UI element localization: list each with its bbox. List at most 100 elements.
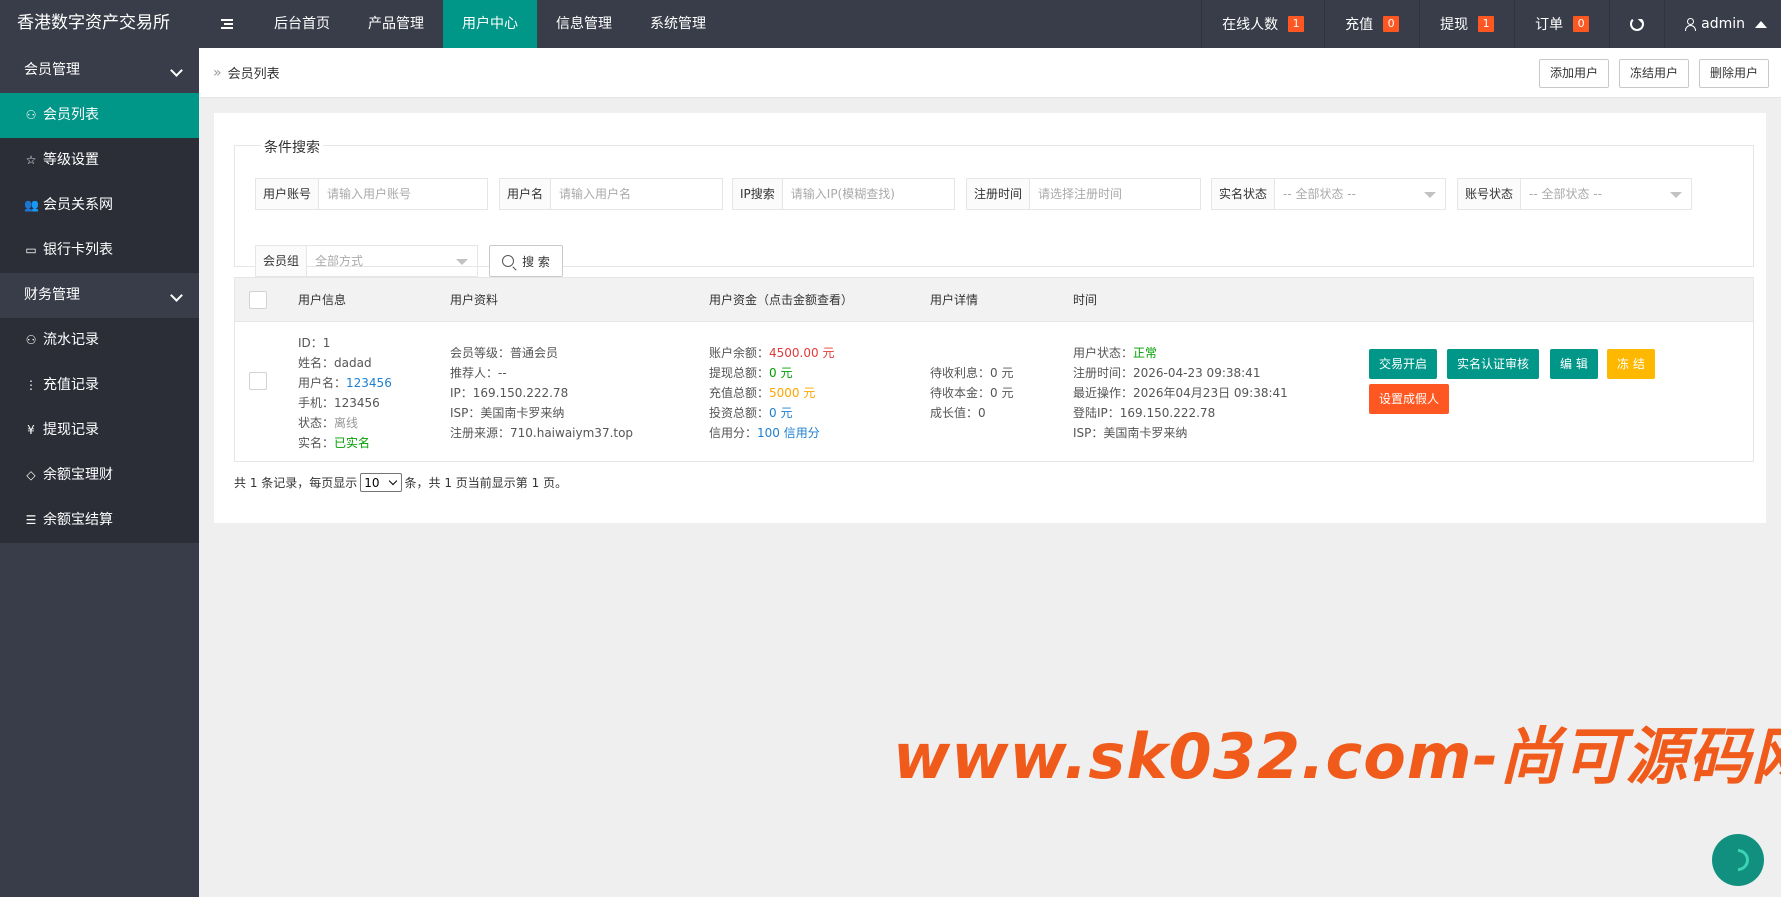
realname-review-button[interactable]: 实名认证审核 (1447, 349, 1540, 379)
username-label: 用户名 (500, 179, 552, 209)
dropdown-arrow-icon (1424, 192, 1436, 198)
balance-label: 账户余额： (709, 346, 770, 360)
chevron-down-icon (170, 289, 183, 302)
member-group-select[interactable]: 全部方式 (307, 246, 477, 276)
credit-label: 信用分： (709, 426, 758, 440)
username-label: 用户名： (298, 376, 347, 390)
sidebar-group-members[interactable]: 会员管理 (0, 48, 199, 93)
sidebar-item-member-list[interactable]: ⚇ 会员列表 (0, 93, 199, 138)
edit-button[interactable]: 编 辑 (1550, 349, 1598, 379)
user-state-row: 用户状态：正常 (1073, 343, 1157, 363)
online-badge: 1 (1288, 16, 1305, 32)
search-button[interactable]: 搜 索 (489, 245, 563, 277)
recharge-total-value: 5000 元 (769, 386, 816, 400)
top-right-bar: 在线人数 1 充值 0 提现 1 订单 0 admin (1201, 0, 1781, 48)
reg-source: 注册来源：710.haiwaiym37.top (450, 426, 634, 440)
app-title: 香港数字资产交易所 (17, 13, 170, 33)
breadcrumb: » 会员列表 (213, 63, 280, 83)
ip-input[interactable]: 请输入IP(模糊查找) (783, 179, 954, 209)
refresh-button[interactable] (1609, 0, 1664, 48)
card-icon: ▭ (25, 243, 37, 257)
select-all-checkbox[interactable] (249, 291, 267, 309)
sidebar-item-bank-cards[interactable]: ▭ 银行卡列表 (0, 228, 199, 273)
row-checkbox[interactable] (249, 372, 267, 390)
sidebar-item-yuebao[interactable]: ◇ 余额宝理财 (0, 453, 199, 498)
sidebar-group-label: 财务管理 (24, 287, 80, 303)
enable-trade-button[interactable]: 交易开启 (1369, 349, 1438, 379)
online-label: 在线人数 (1222, 17, 1279, 33)
sidebar-item-flow[interactable]: ⚇ 流水记录 (0, 318, 199, 363)
regtime-label: 注册时间 (967, 179, 1031, 209)
status-value: 离线 (334, 416, 359, 430)
user-status-row: 状态：离线 (298, 413, 358, 433)
sidebar-item-yuebao-settle[interactable]: ☰ 余额宝结算 (0, 498, 199, 543)
sidebar-group-finance[interactable]: 财务管理 (0, 273, 199, 318)
member-table: 用户信息 用户资料 用户资金（点击金额查看） 用户详情 时间 ID：1 姓名：d… (234, 277, 1754, 462)
search-icon (502, 255, 515, 267)
credit-value: 100 信用分 (757, 426, 820, 440)
sidebar-item-withdraw[interactable]: ¥ 提现记录 (0, 408, 199, 453)
account-status-select[interactable]: -- 全部状态 -- (1521, 179, 1691, 209)
nav-info[interactable]: 信息管理 (537, 0, 631, 48)
pager-suffix: 条，共 1 页当前显示第 1 页。 (404, 476, 568, 490)
top-bar: 香港数字资产交易所 后台首页 产品管理 用户中心 信息管理 系统管理 在线人数 … (0, 0, 1781, 48)
pending-interest: 待收利息：0 元 (930, 366, 1014, 380)
nav-user-center[interactable]: 用户中心 (443, 0, 537, 48)
user-username-row: 用户名：123456 (298, 373, 392, 393)
users-icon: 👥 (24, 198, 39, 212)
th-user-details: 用户详情 (930, 293, 979, 307)
recharge-notice[interactable]: 充值 0 (1324, 0, 1419, 48)
floating-service-button[interactable] (1712, 834, 1764, 886)
user-phone: 手机：123456 (298, 396, 380, 410)
nav-products[interactable]: 产品管理 (349, 0, 443, 48)
credit-row[interactable]: 信用分：100 信用分 (709, 423, 820, 443)
recharge-total-row[interactable]: 充值总额：5000 元 (709, 383, 815, 403)
sidebar-item-relations[interactable]: 👥 会员关系网 (0, 183, 199, 228)
invest-total-row[interactable]: 投资总额：0 元 (709, 403, 792, 423)
realname-label: 实名： (298, 436, 335, 450)
delete-user-button[interactable]: 删除用户 (1698, 59, 1769, 88)
user-menu[interactable]: admin (1664, 0, 1781, 48)
last-operation: 最近操作：2026年04月23日 09:38:41 (1073, 386, 1288, 400)
sidebar-item-label: 银行卡列表 (43, 242, 113, 258)
withdraw-notice[interactable]: 提现 1 (1419, 0, 1514, 48)
user-icon: ⚇ (25, 108, 37, 122)
nav-home[interactable]: 后台首页 (255, 0, 349, 48)
top-nav: 后台首页 产品管理 用户中心 信息管理 系统管理 (255, 0, 725, 48)
star-icon: ☆ (25, 153, 37, 167)
dropdown-arrow-icon (456, 259, 468, 265)
user-id: ID：1 (298, 336, 331, 350)
username-input[interactable]: 请输入用户名 (551, 179, 722, 209)
yen-icon: ¥ (27, 423, 35, 437)
user-isp: ISP：美国南卡罗来纳 (450, 406, 565, 420)
balance-row[interactable]: 账户余额：4500.00 元 (709, 343, 834, 363)
online-users[interactable]: 在线人数 1 (1201, 0, 1324, 48)
username-link[interactable]: 123456 (346, 376, 392, 390)
user-name-row: 姓名：dadad (298, 353, 372, 373)
withdraw-total-row[interactable]: 提现总额：0 元 (709, 363, 792, 383)
freeze-button[interactable]: 冻 结 (1607, 349, 1655, 379)
breadcrumb-separator-icon: » (213, 64, 222, 81)
sidebar-item-recharge[interactable]: ⋮ 充值记录 (0, 363, 199, 408)
pager-prefix: 共 1 条记录，每页显示 (234, 476, 358, 490)
regtime-input[interactable]: 请选择注册时间 (1030, 179, 1200, 209)
account-input[interactable]: 请输入用户账号 (319, 179, 487, 209)
diamond-icon: ◇ (26, 468, 36, 482)
nav-system[interactable]: 系统管理 (631, 0, 725, 48)
name-label: 姓名： (298, 356, 335, 370)
freeze-user-button[interactable]: 冻结用户 (1618, 59, 1689, 88)
add-user-button[interactable]: 添加用户 (1538, 59, 1609, 88)
sidebar-item-levels[interactable]: ☆ 等级设置 (0, 138, 199, 183)
page-size-select[interactable]: 10 (360, 473, 402, 492)
sidebar-item-label: 等级设置 (43, 152, 99, 168)
withdraw-total-label: 提现总额： (709, 366, 770, 380)
set-fake-user-button[interactable]: 设置成假人 (1369, 384, 1450, 414)
user-name: admin (1701, 16, 1745, 32)
watermark-text: www.sk032.com-尚可源码网 (893, 720, 1781, 793)
realname-select[interactable]: -- 全部状态 -- (1275, 179, 1445, 209)
order-notice[interactable]: 订单 0 (1514, 0, 1609, 48)
order-label: 订单 (1535, 17, 1564, 33)
withdraw-badge: 1 (1478, 16, 1495, 32)
regtime-filter: 注册时间 请选择注册时间 (966, 178, 1201, 210)
menu-toggle-icon[interactable] (199, 0, 255, 48)
